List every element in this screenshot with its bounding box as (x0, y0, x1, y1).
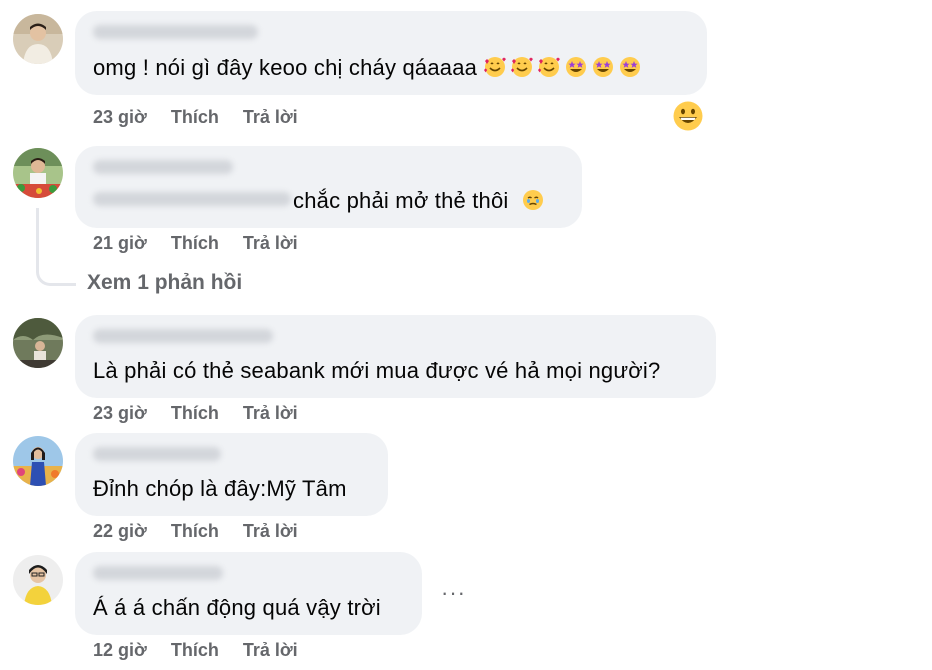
like-button[interactable]: Thích (171, 233, 219, 254)
comment-bubble: omg ! nói gì đây keoo chị cháy qáaaaa (75, 11, 707, 95)
comment-bubble: Là phải có thẻ seabank mới mua được vé h… (75, 315, 716, 398)
text-blurred (93, 192, 291, 206)
avatar[interactable] (13, 148, 63, 198)
comment-text: chắc phải mở thẻ thôi (293, 188, 509, 213)
comment-actions: 12 giờ Thích Trả lời (93, 640, 322, 661)
comment-text: Đỉnh chóp là đây:Mỹ Tâm (93, 476, 347, 501)
comment-emoji-group (483, 55, 645, 80)
avatar[interactable] (13, 436, 63, 486)
comment-text: omg ! nói gì đây keoo chị cháy qáaaaa (93, 55, 478, 80)
comment-actions: 22 giờ Thích Trả lời (93, 521, 322, 542)
like-button[interactable]: Thích (171, 640, 219, 661)
comment-text: Á á á chấn động quá vậy trời (93, 595, 381, 620)
comment-actions: 21 giờ Thích Trả lời (93, 233, 322, 254)
smiling-face-with-hearts-icon (538, 57, 561, 77)
comment-time[interactable]: 23 giờ (93, 107, 147, 128)
reply-button[interactable]: Trả lời (243, 233, 298, 254)
comment-actions: 23 giờ Thích Trả lời (93, 107, 322, 128)
author-name-blurred[interactable] (93, 329, 273, 343)
comment-text-line: Đỉnh chóp là đây:Mỹ Tâm (93, 476, 347, 502)
avatar[interactable] (13, 318, 63, 368)
like-button[interactable]: Thích (171, 107, 219, 128)
author-name-blurred[interactable] (93, 25, 258, 39)
comment-text-line: Là phải có thẻ seabank mới mua được vé h… (93, 358, 660, 384)
comment-text: Là phải có thẻ seabank mới mua được vé h… (93, 358, 661, 383)
comment-text-line: Á á á chấn động quá vậy trời (93, 595, 381, 621)
comment-bubble: Đỉnh chóp là đây:Mỹ Tâm (75, 433, 388, 516)
reply-button[interactable]: Trả lời (243, 107, 298, 128)
view-replies-link[interactable]: Xem 1 phản hồi (87, 271, 242, 295)
star-struck-icon (566, 57, 587, 77)
comment-time[interactable]: 22 giờ (93, 521, 147, 542)
smiling-face-with-hearts-icon (484, 57, 507, 77)
comment-time[interactable]: 12 giờ (93, 640, 147, 661)
comment-bubble: Á á á chấn động quá vậy trời (75, 552, 422, 635)
reply-button[interactable]: Trả lời (243, 640, 298, 661)
like-button[interactable]: Thích (171, 403, 219, 424)
author-name-blurred[interactable] (93, 566, 223, 580)
smiling-face-with-hearts-icon (511, 57, 534, 77)
comment-text-line: omg ! nói gì đây keoo chị cháy qáaaaa (93, 55, 645, 81)
face-holding-back-tears-icon (522, 190, 543, 210)
reply-thread-line (36, 208, 76, 286)
comment-actions: 23 giờ Thích Trả lời (93, 403, 322, 424)
comment-time[interactable]: 21 giờ (93, 233, 147, 254)
like-button[interactable]: Thích (171, 521, 219, 542)
grinning-face-reaction-icon[interactable] (672, 100, 704, 132)
reply-button[interactable]: Trả lời (243, 403, 298, 424)
star-struck-icon (620, 57, 641, 77)
comment-text-line: chắc phải mở thẻ thôi (293, 188, 548, 214)
star-struck-icon (593, 57, 614, 77)
comment-bubble: chắc phải mở thẻ thôi (75, 146, 582, 228)
more-options-button[interactable]: ··· (441, 580, 466, 606)
author-name-blurred[interactable] (93, 160, 233, 174)
reply-button[interactable]: Trả lời (243, 521, 298, 542)
avatar[interactable] (13, 14, 63, 64)
comment-time[interactable]: 23 giờ (93, 403, 147, 424)
author-name-blurred[interactable] (93, 447, 221, 461)
avatar[interactable] (13, 555, 63, 605)
